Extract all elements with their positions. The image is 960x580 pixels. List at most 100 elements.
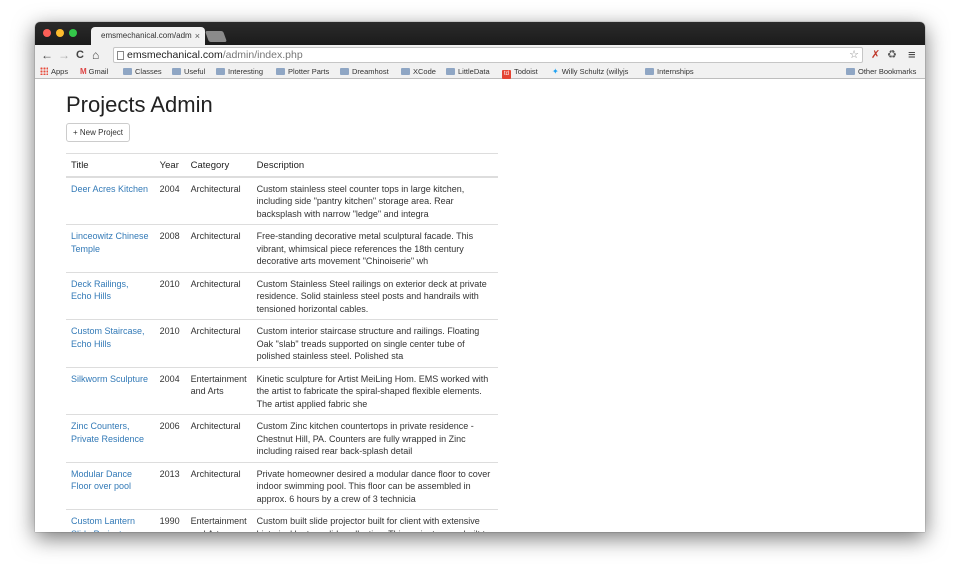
project-title-cell: Zinc Counters, Private Residence bbox=[66, 414, 155, 462]
bookmark-useful[interactable]: Useful bbox=[172, 67, 205, 77]
bookmark-twitter[interactable]: ✦ Willy Schultz (willyjs bbox=[552, 67, 628, 77]
table-row: Deck Railings, Echo Hills 2010 Architect… bbox=[66, 271, 498, 320]
project-title-link[interactable]: Deer Acres Kitchen bbox=[71, 184, 148, 194]
extension-recycle-icon[interactable]: ♻ bbox=[887, 47, 897, 63]
chrome-menu-icon[interactable]: ≡ bbox=[908, 47, 916, 63]
browser-window: emsmechanical.com/adm × ← → C ⌂ emsmecha… bbox=[35, 22, 925, 532]
minimize-window-button[interactable] bbox=[56, 29, 64, 37]
project-year-cell: 2013 bbox=[154, 461, 186, 510]
table-row: Custom Staircase, Echo Hills 2010 Archit… bbox=[66, 319, 498, 367]
bookmark-dreamhost[interactable]: Dreamhost bbox=[340, 67, 389, 77]
page-content: Projects Admin + New Project Title Year … bbox=[35, 80, 925, 532]
back-button[interactable]: ← bbox=[41, 47, 53, 63]
column-header-category: Category bbox=[185, 153, 252, 178]
project-title-cell: Deer Acres Kitchen bbox=[66, 176, 155, 225]
table-row: Zinc Counters, Private Residence 2006 Ar… bbox=[66, 414, 498, 462]
apps-icon bbox=[40, 67, 48, 75]
project-title-cell: Custom Lantern Slide Projector bbox=[66, 509, 155, 532]
tab-strip: emsmechanical.com/adm × bbox=[35, 22, 925, 45]
project-title-cell: Deck Railings, Echo Hills bbox=[66, 271, 155, 320]
project-title-cell: Linceowitz Chinese Temple bbox=[66, 224, 155, 272]
folder-icon bbox=[645, 68, 654, 75]
project-category-cell: Architectural bbox=[185, 461, 252, 510]
home-button[interactable]: ⌂ bbox=[92, 47, 99, 63]
project-title-cell: Custom Staircase, Echo Hills bbox=[66, 319, 155, 367]
bookmark-plotter-parts[interactable]: Plotter Parts bbox=[276, 67, 329, 77]
project-year-cell: 2004 bbox=[154, 176, 186, 225]
project-title-link[interactable]: Linceowitz Chinese Temple bbox=[71, 231, 149, 254]
project-description-cell: Custom stainless steel counter tops in l… bbox=[251, 176, 498, 225]
project-title-link[interactable]: Modular Dance Floor over pool bbox=[71, 469, 132, 492]
project-year-cell: 2004 bbox=[154, 366, 186, 415]
bookmark-xcode[interactable]: XCode bbox=[401, 67, 436, 77]
project-description-cell: Custom interior staircase structure and … bbox=[251, 319, 498, 367]
project-title-link[interactable]: Custom Lantern Slide Projector bbox=[71, 516, 135, 532]
project-year-cell: 2008 bbox=[154, 224, 186, 272]
project-description-cell: Custom built slide projector built for c… bbox=[251, 509, 498, 532]
bookmark-classes[interactable]: Classes bbox=[123, 67, 162, 77]
project-description-cell: Custom Stainless Steel railings on exter… bbox=[251, 271, 498, 320]
reload-button[interactable]: C bbox=[76, 47, 84, 63]
project-title-cell: Silkworm Sculpture bbox=[66, 366, 155, 415]
project-year-cell: 1990 bbox=[154, 509, 186, 532]
url-path: /admin/index.php bbox=[222, 49, 303, 61]
project-description-cell: Kinetic sculpture for Artist MeiLing Hom… bbox=[251, 366, 498, 415]
project-description-cell: Custom Zinc kitchen countertops in priva… bbox=[251, 414, 498, 462]
project-category-cell: Entertainment and Arts bbox=[185, 366, 252, 415]
folder-icon bbox=[216, 68, 225, 75]
browser-toolbar: ← → C ⌂ emsmechanical.com/admin/index.ph… bbox=[35, 45, 925, 65]
project-title-link[interactable]: Zinc Counters, Private Residence bbox=[71, 421, 144, 444]
twitter-icon: ✦ bbox=[552, 67, 559, 76]
column-header-title: Title bbox=[66, 153, 155, 178]
projects-table: Title Year Category Description Deer Acr… bbox=[66, 153, 498, 532]
table-row: Silkworm Sculpture 2004 Entertainment an… bbox=[66, 366, 498, 415]
close-window-button[interactable] bbox=[43, 29, 51, 37]
project-title-cell: Modular Dance Floor over pool bbox=[66, 461, 155, 510]
folder-icon bbox=[340, 68, 349, 75]
folder-icon bbox=[846, 68, 855, 75]
column-header-description: Description bbox=[251, 153, 498, 178]
maximize-window-button[interactable] bbox=[69, 29, 77, 37]
table-header-row: Title Year Category Description bbox=[66, 153, 498, 178]
new-tab-button[interactable] bbox=[204, 31, 228, 42]
project-category-cell: Architectural bbox=[185, 224, 252, 272]
bookmark-star-icon[interactable]: ☆ bbox=[849, 48, 859, 62]
table-row: Deer Acres Kitchen 2004 Architectural Cu… bbox=[66, 176, 498, 225]
table-row: Custom Lantern Slide Projector 1990 Ente… bbox=[66, 509, 498, 532]
bookmark-other[interactable]: Other Bookmarks bbox=[846, 67, 916, 77]
project-title-link[interactable]: Custom Staircase, Echo Hills bbox=[71, 326, 145, 349]
project-category-cell: Architectural bbox=[185, 176, 252, 225]
bookmark-gmail[interactable]: M Gmail bbox=[80, 67, 108, 77]
project-year-cell: 2010 bbox=[154, 271, 186, 320]
bookmarks-bar: Apps M Gmail Classes Useful Interesting P… bbox=[35, 65, 925, 79]
tab-close-icon[interactable]: × bbox=[195, 27, 200, 45]
gmail-icon: M bbox=[80, 67, 87, 76]
project-description-cell: Private homeowner desired a modular danc… bbox=[251, 461, 498, 510]
address-bar[interactable]: emsmechanical.com/admin/index.php ☆ bbox=[113, 47, 863, 63]
project-category-cell: Architectural bbox=[185, 414, 252, 462]
folder-icon bbox=[123, 68, 132, 75]
bookmark-littledata[interactable]: LittleData bbox=[446, 67, 490, 77]
table-row: Linceowitz Chinese Temple 2008 Architect… bbox=[66, 224, 498, 272]
folder-icon bbox=[276, 68, 285, 75]
extension-tools-icon[interactable]: ✗ bbox=[871, 47, 880, 63]
page-title: Projects Admin bbox=[66, 92, 213, 117]
bookmark-todoist[interactable]: td Todoist bbox=[502, 67, 538, 79]
project-year-cell: 2010 bbox=[154, 319, 186, 367]
bookmark-interesting[interactable]: Interesting bbox=[216, 67, 263, 77]
project-category-cell: Architectural bbox=[185, 319, 252, 367]
bookmark-apps[interactable]: Apps bbox=[40, 67, 68, 77]
project-title-link[interactable]: Deck Railings, Echo Hills bbox=[71, 279, 129, 302]
browser-tab[interactable]: emsmechanical.com/adm × bbox=[91, 27, 205, 45]
todoist-icon: td bbox=[502, 70, 511, 79]
forward-button[interactable]: → bbox=[58, 47, 70, 63]
folder-icon bbox=[401, 68, 410, 75]
project-year-cell: 2006 bbox=[154, 414, 186, 462]
new-project-button[interactable]: + New Project bbox=[66, 123, 131, 142]
project-description-cell: Free-standing decorative metal sculptura… bbox=[251, 224, 498, 272]
page-icon bbox=[117, 51, 124, 60]
project-title-link[interactable]: Silkworm Sculpture bbox=[71, 374, 148, 384]
bookmark-internships[interactable]: Internships bbox=[645, 67, 694, 77]
folder-icon bbox=[172, 68, 181, 75]
tab-title: emsmechanical.com/adm bbox=[101, 31, 192, 40]
